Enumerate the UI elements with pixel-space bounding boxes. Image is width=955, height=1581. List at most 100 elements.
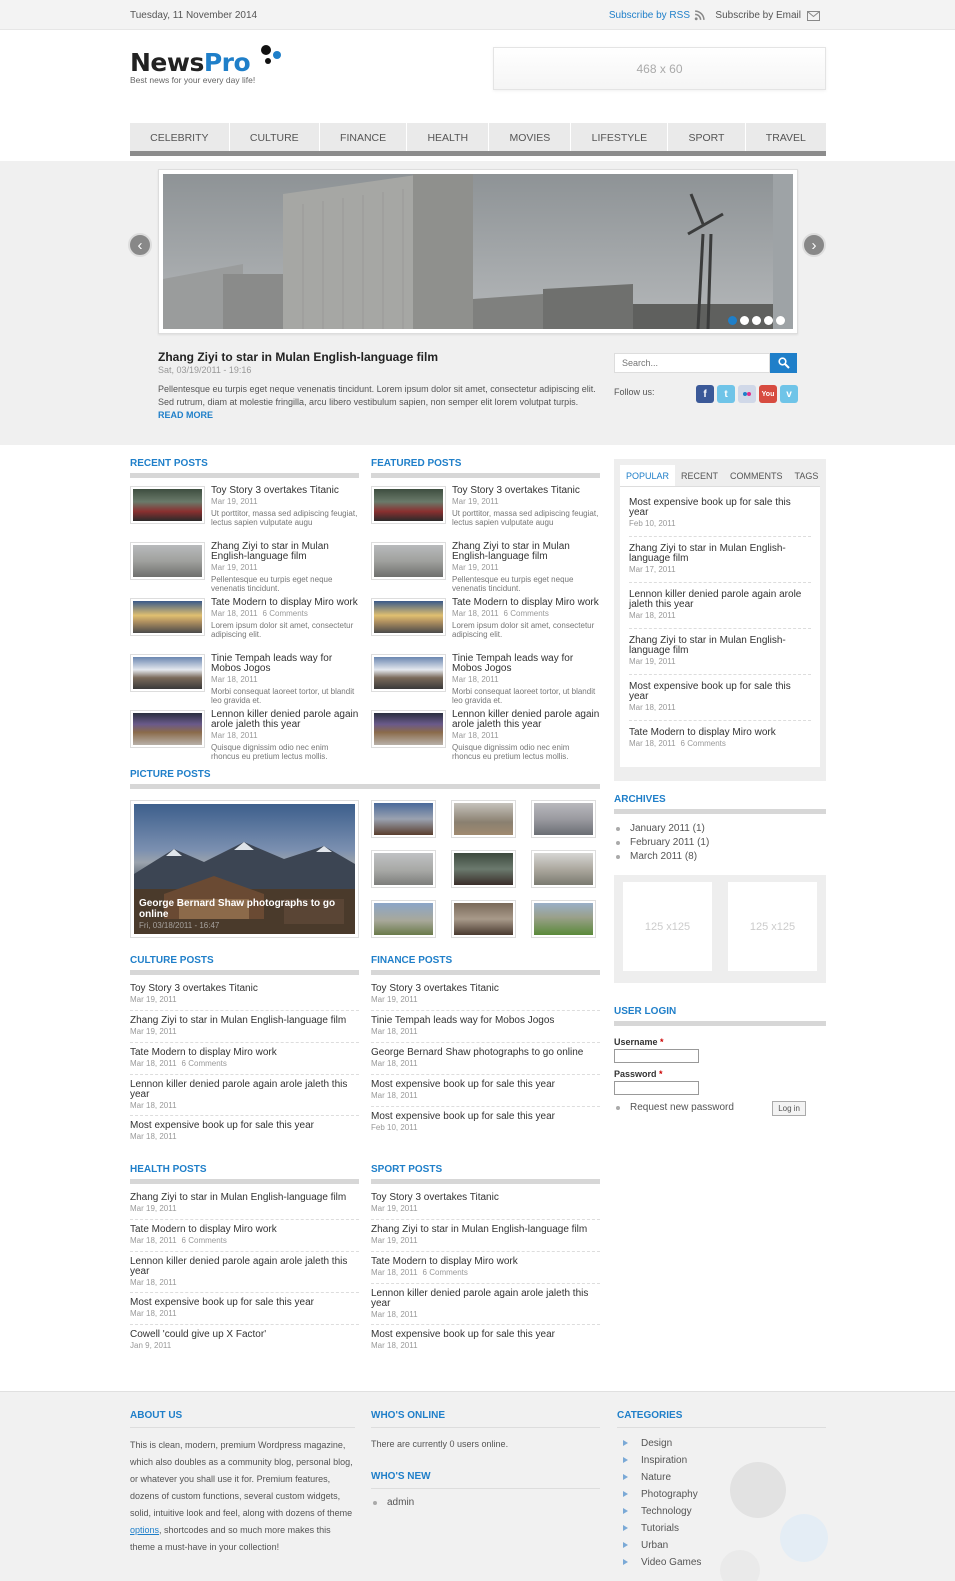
list-item-title[interactable]: Lennon killer denied parole again arole … (130, 1257, 359, 1277)
list-item-title[interactable]: Tinie Tempah leads way for Mobos Jogos (371, 1016, 600, 1026)
list-item-title[interactable]: Zhang Ziyi to star in Mulan English-lang… (130, 1016, 359, 1026)
flickr-icon[interactable] (738, 385, 756, 403)
list-item[interactable]: Most expensive book up for sale this yea… (371, 1107, 600, 1139)
post-title[interactable]: Tinie Tempah leads way for Mobos Jogos (211, 654, 359, 674)
post-title[interactable]: Toy Story 3 overtakes Titanic (211, 486, 359, 496)
read-more-link[interactable]: READ MORE (158, 410, 213, 420)
list-item-comments[interactable]: 6 Comments (681, 739, 726, 748)
list-item-title[interactable]: Lennon killer denied parole again arole … (629, 590, 811, 610)
picture-thumb[interactable] (531, 900, 596, 938)
list-item[interactable]: Zhang Ziyi to star in Mulan English-lang… (629, 629, 811, 675)
list-item[interactable]: Tate Modern to display Miro work Mar 18,… (130, 1043, 359, 1075)
post-thumbnail[interactable] (130, 542, 205, 580)
picture-thumb[interactable] (451, 800, 516, 838)
list-item[interactable]: George Bernard Shaw photographs to go on… (371, 1043, 600, 1075)
post-thumbnail[interactable] (371, 654, 446, 692)
tab-recent[interactable]: RECENT (675, 465, 724, 486)
youtube-icon[interactable]: You (759, 385, 777, 403)
picture-thumb[interactable] (451, 850, 516, 888)
list-item[interactable]: Most expensive book up for sale this yea… (130, 1116, 359, 1148)
request-password-link[interactable]: Request new password (630, 1102, 734, 1113)
list-item[interactable]: Lennon killer denied parole again arole … (371, 1284, 600, 1325)
post-thumbnail[interactable] (130, 486, 205, 524)
post-item[interactable]: Zhang Ziyi to star in Mulan English-lang… (371, 542, 600, 593)
list-item[interactable]: Lennon killer denied parole again arole … (629, 583, 811, 629)
post-thumbnail[interactable] (130, 654, 205, 692)
password-field[interactable] (614, 1081, 699, 1095)
category-link[interactable]: Nature (641, 1472, 671, 1483)
username-field[interactable] (614, 1049, 699, 1063)
options-link[interactable]: options (130, 1525, 159, 1535)
list-item[interactable]: Most expensive book up for sale this yea… (371, 1075, 600, 1107)
list-item-title[interactable]: Most expensive book up for sale this yea… (130, 1121, 359, 1131)
post-item[interactable]: Lennon killer denied parole again arole … (130, 710, 359, 761)
list-item[interactable]: Most expensive book up for sale this yea… (371, 1325, 600, 1357)
picture-thumb[interactable] (451, 900, 516, 938)
nav-item-sport[interactable]: SPORT (668, 123, 746, 151)
list-item-title[interactable]: Most expensive book up for sale this yea… (130, 1298, 359, 1308)
post-title[interactable]: Tate Modern to display Miro work (452, 598, 600, 608)
slider-next-button[interactable]: › (802, 233, 826, 257)
post-item[interactable]: Lennon killer denied parole again arole … (371, 710, 600, 761)
search-input[interactable] (614, 353, 770, 373)
category-link[interactable]: Inspiration (641, 1455, 687, 1466)
post-item[interactable]: Tinie Tempah leads way for Mobos Jogos M… (371, 654, 600, 705)
list-item[interactable]: Tate Modern to display Miro work Mar 18,… (130, 1220, 359, 1252)
search-button[interactable] (770, 353, 797, 373)
list-item[interactable]: Cowell 'could give up X Factor' Jan 9, 2… (130, 1325, 359, 1357)
list-item[interactable]: Toy Story 3 overtakes Titanic Mar 19, 20… (371, 979, 600, 1011)
list-item[interactable]: Tinie Tempah leads way for Mobos Jogos M… (371, 1011, 600, 1043)
new-user-link[interactable]: admin (387, 1497, 414, 1508)
post-thumbnail[interactable] (130, 598, 205, 636)
slider-dot[interactable] (740, 316, 749, 325)
slider-dot[interactable] (752, 316, 761, 325)
picture-thumb[interactable] (371, 800, 436, 838)
list-item[interactable]: Zhang Ziyi to star in Mulan English-lang… (130, 1188, 359, 1220)
login-button[interactable]: Log in (772, 1101, 806, 1116)
tab-comments[interactable]: COMMENTS (724, 465, 789, 486)
nav-item-culture[interactable]: CULTURE (230, 123, 320, 151)
nav-item-health[interactable]: HEALTH (407, 123, 490, 151)
slider-image[interactable] (158, 169, 798, 334)
list-item-title[interactable]: George Bernard Shaw photographs to go on… (371, 1048, 600, 1058)
post-thumbnail[interactable] (371, 542, 446, 580)
nav-item-celebrity[interactable]: CELEBRITY (130, 123, 230, 151)
vimeo-icon[interactable]: v (780, 385, 798, 403)
slider-dot[interactable] (776, 316, 785, 325)
list-item-title[interactable]: Most expensive book up for sale this yea… (629, 498, 811, 518)
tab-popular[interactable]: POPULAR (620, 465, 676, 486)
list-item[interactable]: Tate Modern to display Miro work Mar 18,… (629, 721, 811, 767)
ad-125-slot[interactable]: 125 x125 (623, 882, 712, 971)
list-item-title[interactable]: Toy Story 3 overtakes Titanic (130, 984, 359, 994)
post-title[interactable]: Lennon killer denied parole again arole … (452, 710, 600, 730)
tab-tags[interactable]: TAGS (789, 465, 825, 486)
post-item[interactable]: Tate Modern to display Miro work Mar 18,… (130, 598, 359, 647)
post-title[interactable]: Zhang Ziyi to star in Mulan English-lang… (211, 542, 359, 562)
category-link[interactable]: Urban (641, 1540, 668, 1551)
post-title[interactable]: Toy Story 3 overtakes Titanic (452, 486, 600, 496)
post-item[interactable]: Tate Modern to display Miro work Mar 18,… (371, 598, 600, 647)
list-item[interactable]: Zhang Ziyi to star in Mulan English-lang… (371, 1220, 600, 1252)
list-item-comments[interactable]: 6 Comments (182, 1236, 227, 1245)
twitter-icon[interactable]: t (717, 385, 735, 403)
post-item[interactable]: Toy Story 3 overtakes Titanic Mar 19, 20… (130, 486, 359, 535)
site-logo[interactable]: NewsPro Best news for your every day lif… (130, 45, 281, 85)
slider-dot[interactable] (764, 316, 773, 325)
post-thumbnail[interactable] (371, 486, 446, 524)
list-item-title[interactable]: Most expensive book up for sale this yea… (371, 1330, 600, 1340)
list-item-title[interactable]: Cowell 'could give up X Factor' (130, 1330, 359, 1340)
list-item-title[interactable]: Lennon killer denied parole again arole … (130, 1080, 359, 1100)
list-item-title[interactable]: Zhang Ziyi to star in Mulan English-lang… (629, 636, 811, 656)
list-item[interactable]: Toy Story 3 overtakes Titanic Mar 19, 20… (130, 979, 359, 1011)
nav-item-finance[interactable]: FINANCE (320, 123, 408, 151)
picture-thumb[interactable] (371, 900, 436, 938)
category-link[interactable]: Photography (641, 1489, 698, 1500)
post-title[interactable]: Tate Modern to display Miro work (211, 598, 359, 608)
post-title[interactable]: Zhang Ziyi to star in Mulan English-lang… (452, 542, 600, 562)
post-item[interactable]: Tinie Tempah leads way for Mobos Jogos M… (130, 654, 359, 705)
post-comments[interactable]: 6 Comments (263, 609, 308, 618)
post-item[interactable]: Toy Story 3 overtakes Titanic Mar 19, 20… (371, 486, 600, 535)
list-item[interactable]: Most expensive book up for sale this yea… (130, 1293, 359, 1325)
archive-link[interactable]: March 2011 (8) (630, 851, 697, 862)
subscribe-email-link[interactable]: Subscribe by Email (715, 10, 820, 21)
